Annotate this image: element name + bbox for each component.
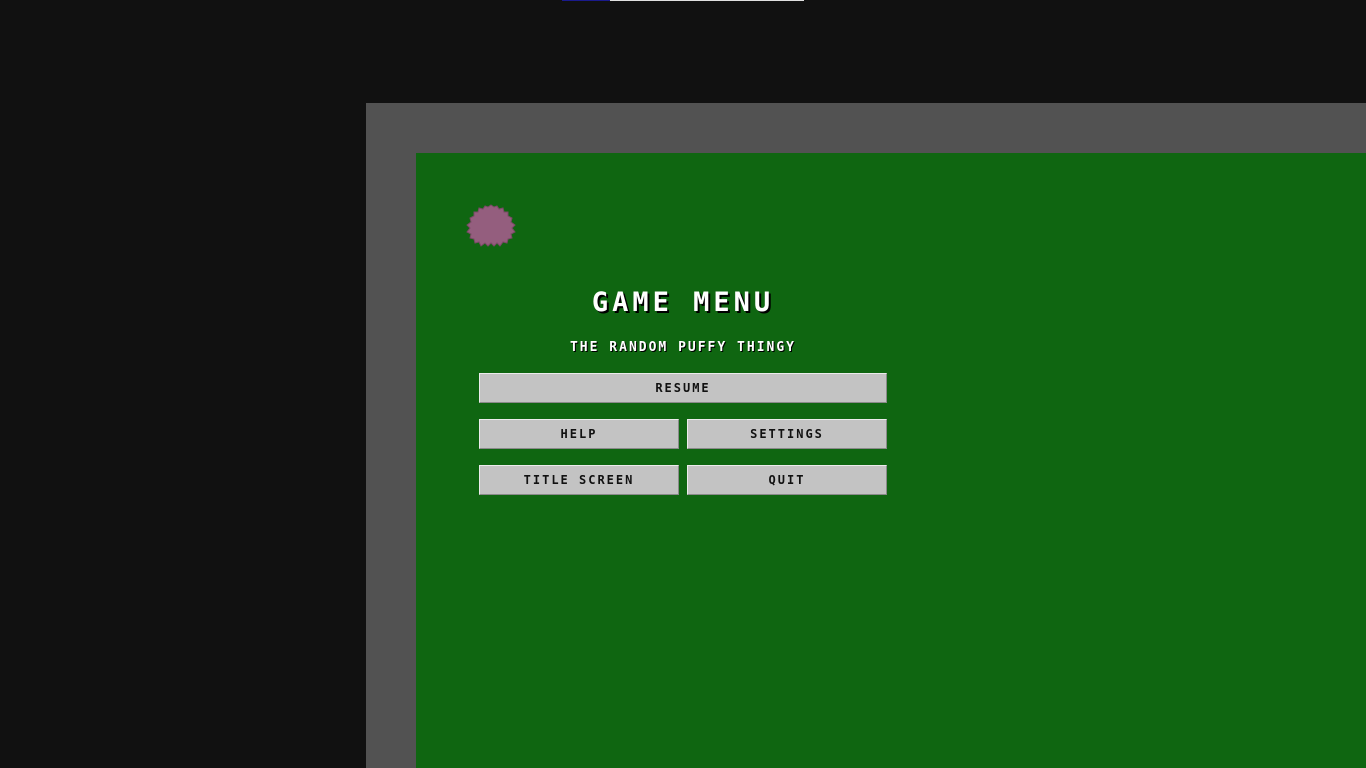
game-frame: GAME MENU THE RANDOM PUFFY THINGY RESUME… <box>366 103 1366 768</box>
help-button[interactable]: HELP <box>479 419 679 449</box>
menu-title: GAME MENU <box>591 287 775 318</box>
menu-subtitle: THE RANDOM PUFFY THINGY <box>569 340 796 355</box>
quit-button[interactable]: QUIT <box>687 465 887 495</box>
title-screen-button[interactable]: TITLE SCREEN <box>479 465 679 495</box>
top-loading-bar <box>562 0 804 1</box>
top-bar-segment-white <box>610 0 804 1</box>
top-bar-segment-blue <box>562 0 610 1</box>
settings-button[interactable]: SETTINGS <box>687 419 887 449</box>
game-field: GAME MENU THE RANDOM PUFFY THINGY RESUME… <box>416 153 1366 768</box>
puffy-creature-icon <box>466 204 516 247</box>
resume-button[interactable]: RESUME <box>479 373 887 403</box>
